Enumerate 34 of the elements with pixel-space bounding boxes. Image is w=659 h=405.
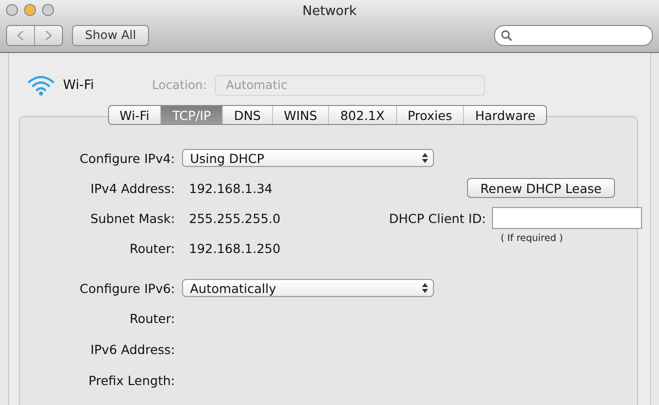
tab[interactable]: DNS (222, 106, 272, 124)
wifi-icon (27, 74, 55, 96)
updown-arrows-icon (422, 153, 428, 163)
configure-ipv6-popup[interactable]: Automatically (182, 279, 434, 297)
renew-dhcp-lease-button[interactable]: Renew DHCP Lease (467, 178, 615, 198)
minimize-button[interactable] (24, 4, 36, 16)
updown-arrows-icon (422, 283, 428, 293)
field-label: Configure IPv4: (80, 150, 175, 166)
dhcp-client-id-field[interactable] (492, 207, 642, 229)
hint-text: ( If required ) (500, 233, 563, 244)
show-all-button[interactable]: Show All (72, 24, 150, 46)
field-value: 192.168.1.250 (188, 240, 282, 256)
tab[interactable]: Proxies (396, 106, 464, 124)
field-label: Router: (130, 240, 175, 256)
service-name: Wi-Fi (63, 78, 94, 92)
search-icon (501, 30, 512, 40)
field-label: Prefix Length: (88, 373, 175, 388)
field-value: 192.168.1.34 (188, 180, 274, 196)
tab[interactable]: WINS (272, 106, 328, 124)
tab[interactable]: 802.1X (328, 106, 396, 124)
close-button[interactable] (6, 4, 18, 16)
window-title: Network (302, 4, 357, 18)
field-label: Router: (130, 311, 175, 326)
search-field[interactable] (494, 24, 653, 46)
field-label: IPv6 Address: (90, 342, 175, 357)
field-label: IPv4 Address: (90, 180, 175, 196)
location-label: Location: (152, 78, 207, 92)
zoom-button[interactable] (42, 4, 54, 16)
field-label: Subnet Mask: (90, 210, 175, 226)
field-label: Configure IPv6: (80, 280, 175, 296)
field-value: 255.255.255.0 (188, 210, 282, 226)
field-label: DHCP Client ID: (389, 210, 486, 226)
tab[interactable]: Wi-Fi (108, 106, 160, 124)
configure-ipv4-popup[interactable]: Using DHCP (182, 149, 434, 167)
